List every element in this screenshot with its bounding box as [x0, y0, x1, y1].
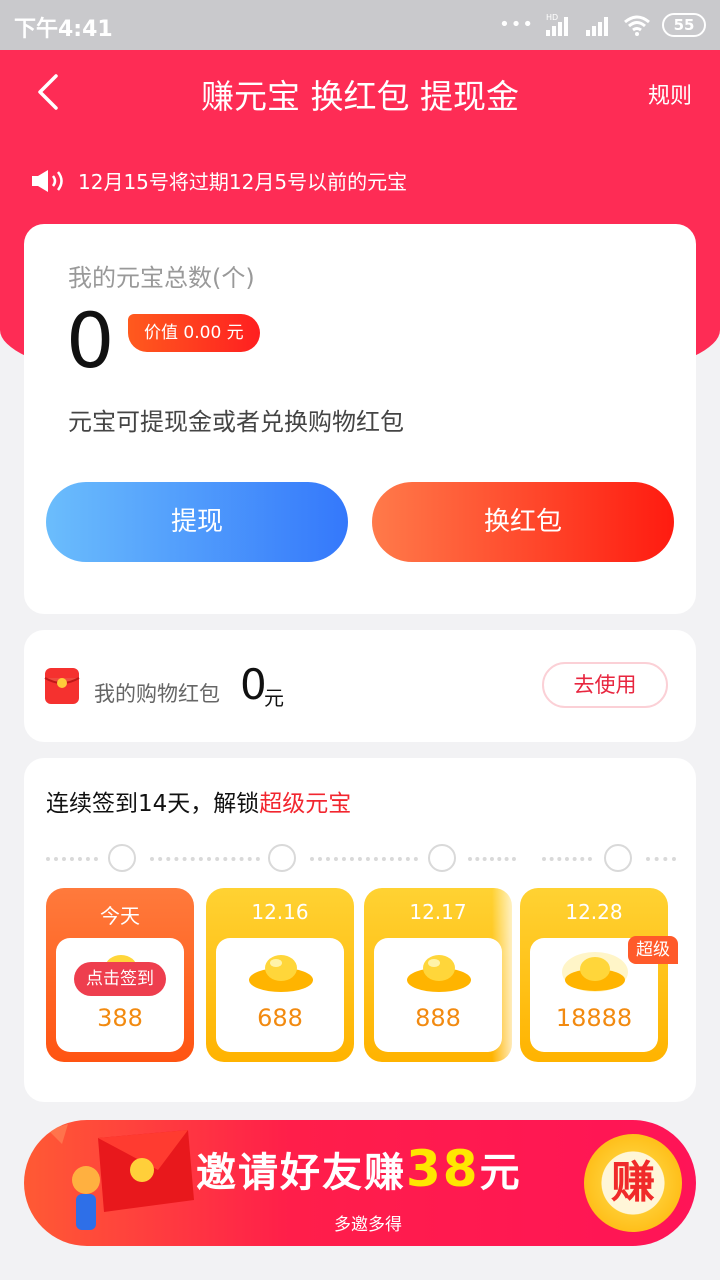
super-ingot-icon: [562, 952, 628, 992]
value-badge: 价值 0.00 元: [128, 314, 260, 352]
timeline-node: [428, 844, 456, 872]
withdraw-button[interactable]: 提现: [46, 482, 348, 562]
day-label: 12.16: [251, 900, 309, 924]
page-title: 赚元宝 换红包 提现金: [201, 77, 519, 116]
day-inner: 688: [216, 938, 344, 1052]
signin-title-highlight: 超级元宝: [259, 791, 352, 817]
invite-banner[interactable]: 邀请好友赚38元 多邀多得 赚: [24, 1120, 696, 1246]
status-bar: 下午4:41 ••• HD 55: [0, 0, 720, 50]
ingot-icon: [407, 955, 471, 992]
day-inner: 888: [374, 938, 502, 1052]
timeline-dash: [542, 857, 592, 861]
invite-title: 邀请好友赚38元: [196, 1140, 522, 1198]
signin-title: 连续签到14天，解锁超级元宝: [46, 784, 351, 818]
redpacket-unit: 元: [264, 686, 284, 710]
click-signin-button[interactable]: 点击签到: [74, 962, 166, 996]
shopping-redpacket-card: 我的购物红包 0 元 去使用: [24, 630, 696, 742]
signal-icon-2: [586, 17, 608, 36]
day-amount: 388: [97, 1004, 143, 1032]
balance-description: 元宝可提现金或者兑换购物红包: [68, 408, 404, 436]
invite-title-prefix: 邀请好友赚: [196, 1150, 406, 1196]
gift-redpacket-illustration: [48, 1124, 194, 1230]
timeline-dash: [310, 857, 418, 861]
signin-day[interactable]: 12.17 888: [364, 888, 512, 1062]
signin-timeline: [46, 844, 676, 874]
day-label: 今天: [100, 904, 140, 928]
invite-unit: 元: [479, 1150, 522, 1196]
earn-coin-button[interactable]: 赚: [584, 1134, 682, 1232]
nav-bar: 赚元宝 换红包 提现金 规则: [0, 50, 720, 134]
super-badge: 超级: [628, 936, 678, 964]
signin-day-super[interactable]: 12.28 18888 超级: [520, 888, 678, 1062]
battery-indicator: 55: [662, 13, 706, 37]
scroll-fade: [492, 878, 520, 1078]
signal-icon: HD: [546, 13, 568, 36]
redpacket-label: 我的购物红包: [94, 682, 220, 706]
balance-label: 我的元宝总数(个): [68, 264, 255, 292]
svg-text:HD: HD: [546, 13, 558, 22]
timeline-node: [604, 844, 632, 872]
timeline-dash: [46, 857, 98, 861]
rules-link[interactable]: 规则: [648, 78, 692, 110]
ingot-icon: [249, 955, 313, 992]
signin-day[interactable]: 12.16 688: [206, 888, 354, 1062]
day-amount: 688: [257, 1004, 303, 1032]
day-inner: 点击签到 388: [56, 938, 184, 1052]
signin-title-prefix: 连续签到14天，解锁: [46, 791, 260, 817]
day-amount: 888: [415, 1004, 461, 1032]
expiry-notice: 12月15号将过期12月5号以前的元宝: [30, 166, 407, 195]
signin-day-today[interactable]: 今天 点击签到 388: [46, 888, 194, 1062]
signin-card: 连续签到14天，解锁超级元宝 今天 点击签到 388 12.16 688 12.…: [24, 758, 696, 1102]
notice-text: 12月15号将过期12月5号以前的元宝: [78, 170, 408, 194]
day-label: 12.28: [565, 900, 623, 924]
balance-card: 我的元宝总数(个) 0 价值 0.00 元 元宝可提现金或者兑换购物红包 提现 …: [24, 224, 696, 614]
timeline-node: [108, 844, 136, 872]
timeline-node: [268, 844, 296, 872]
redpacket-amount: 0: [240, 660, 267, 709]
red-packet-icon: [44, 668, 80, 704]
timeline-dash: [150, 857, 260, 861]
invite-subtitle: 多邀多得: [334, 1215, 402, 1235]
balance-count: 0: [66, 296, 115, 385]
status-time: 下午4:41: [14, 17, 113, 42]
use-redpacket-button[interactable]: 去使用: [542, 662, 668, 708]
status-icons: ••• HD 55: [499, 12, 706, 38]
speaker-icon: [32, 169, 63, 192]
more-dots-icon: •••: [499, 14, 534, 35]
wifi-icon: [624, 15, 650, 36]
day-label: 12.17: [409, 900, 467, 924]
day-amount: 18888: [555, 1004, 633, 1032]
invite-amount: 38: [406, 1140, 480, 1198]
timeline-dash: [646, 857, 676, 861]
exchange-redpacket-button[interactable]: 换红包: [372, 482, 674, 562]
timeline-dash: [468, 857, 516, 861]
